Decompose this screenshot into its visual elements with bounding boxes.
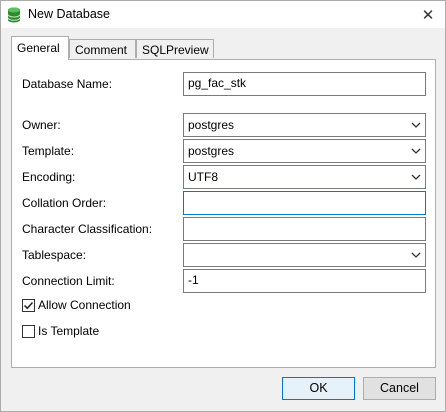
connection-limit-field[interactable]: -1 bbox=[183, 269, 426, 293]
owner-value: postgres bbox=[188, 118, 235, 132]
connection-limit-label: Connection Limit: bbox=[22, 274, 115, 288]
checkbox-box[interactable] bbox=[22, 298, 35, 312]
tablespace-select[interactable] bbox=[183, 243, 426, 267]
template-label: Template: bbox=[22, 144, 75, 158]
window-title: New Database bbox=[28, 7, 110, 21]
encoding-value: UTF8 bbox=[188, 170, 218, 184]
chevron-down-icon bbox=[411, 252, 421, 258]
tab-general[interactable]: General bbox=[11, 36, 69, 60]
database-icon bbox=[7, 7, 21, 23]
character-classification-field[interactable] bbox=[183, 217, 426, 241]
database-name-label: Database Name: bbox=[22, 77, 113, 91]
owner-label: Owner: bbox=[22, 118, 61, 132]
template-select[interactable]: postgres bbox=[183, 139, 426, 163]
ok-button[interactable]: OK bbox=[282, 377, 355, 400]
database-name-field[interactable]: pg_fac_stk bbox=[183, 72, 426, 96]
tablespace-label: Tablespace: bbox=[22, 248, 87, 262]
new-database-dialog: New Database ✕ General Comment SQLPrevie… bbox=[0, 0, 446, 412]
general-panel: Database Name: pg_fac_stk Owner: postgre… bbox=[11, 59, 436, 368]
tab-comment[interactable]: Comment bbox=[69, 39, 136, 58]
checkmark-icon bbox=[23, 301, 34, 309]
allow-connection-label: Allow Connection bbox=[38, 298, 131, 312]
encoding-label: Encoding: bbox=[22, 170, 76, 184]
checkbox-box[interactable] bbox=[22, 324, 35, 338]
chevron-down-icon bbox=[411, 148, 421, 154]
is-template-checkbox[interactable]: Is Template bbox=[22, 324, 99, 338]
encoding-select[interactable]: UTF8 bbox=[183, 165, 426, 189]
allow-connection-checkbox[interactable]: Allow Connection bbox=[22, 298, 131, 312]
chevron-down-icon bbox=[411, 174, 421, 180]
collation-order-label: Collation Order: bbox=[22, 196, 107, 210]
close-button[interactable]: ✕ bbox=[411, 1, 445, 28]
collation-order-field[interactable] bbox=[183, 191, 426, 215]
template-value: postgres bbox=[188, 144, 235, 158]
owner-select[interactable]: postgres bbox=[183, 113, 426, 137]
tab-sqlpreview[interactable]: SQLPreview bbox=[136, 39, 214, 58]
cancel-button[interactable]: Cancel bbox=[363, 377, 436, 400]
is-template-label: Is Template bbox=[38, 324, 100, 338]
chevron-down-icon bbox=[411, 122, 421, 128]
title-bar: New Database ✕ bbox=[1, 1, 445, 28]
character-classification-label: Character Classification: bbox=[22, 222, 153, 236]
close-icon: ✕ bbox=[421, 6, 435, 24]
